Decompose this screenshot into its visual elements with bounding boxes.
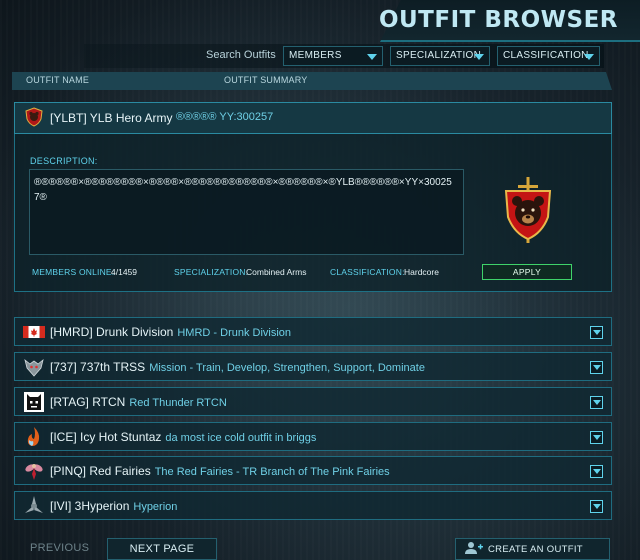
expand-chevron-icon[interactable]: [590, 431, 603, 444]
next-page-button[interactable]: NEXT PAGE: [107, 538, 217, 560]
outfit-name: [ICE] Icy Hot Stuntaz: [50, 430, 162, 444]
description-text: ®®®®®®×®®®®®®®®×®®®®×®®®®®®®®®®®®×®®®®®®…: [34, 177, 452, 203]
column-header-name[interactable]: OUTFIT NAME: [26, 75, 89, 85]
canada-flag-icon: [23, 326, 45, 338]
outfit-row-ice[interactable]: [ICE] Icy Hot Stuntaz da most ice cold ou…: [14, 422, 612, 451]
outfit-summary: da most ice cold outfit in briggs: [165, 432, 317, 444]
classification-dropdown[interactable]: CLASSIFICATION: [497, 46, 600, 66]
bear-shield-emblem-large-icon: [504, 177, 552, 243]
selected-outfit-name: [YLBT] YLB Hero Army: [50, 111, 173, 125]
outfit-name: [PINQ] Red Fairies: [50, 464, 151, 478]
add-user-icon: [465, 542, 483, 554]
outfit-row-rtag[interactable]: [RTAG] RTCN Red Thunder RTCN: [14, 387, 612, 416]
selected-outfit-summary: ®®®®® YY:300257: [176, 111, 274, 123]
outfit-name: [737] 737th TRSS: [50, 360, 146, 374]
outfit-summary: Mission - Train, Develop, Strengthen, Su…: [149, 362, 425, 374]
expand-chevron-icon[interactable]: [590, 361, 603, 374]
chevron-down-icon: [584, 54, 594, 60]
expand-chevron-icon[interactable]: [590, 396, 603, 409]
members-online-value: 4/1459: [111, 267, 137, 277]
wolf-emblem-icon: [24, 358, 44, 377]
page-title: OUTFIT BROWSER: [378, 7, 618, 33]
outfit-summary: HMRD - Drunk Division: [177, 327, 292, 339]
tri-blade-icon: [25, 496, 43, 513]
outfit-name: [IVI] 3Hyperion: [50, 499, 130, 513]
column-header-summary[interactable]: OUTFIT SUMMARY: [224, 75, 307, 85]
chevron-down-icon: [474, 54, 484, 60]
members-dropdown[interactable]: MEMBERS: [283, 46, 383, 66]
members-dropdown-label: MEMBERS: [289, 50, 342, 61]
outfit-summary: The Red Fairies - TR Branch of The Pink …: [154, 466, 390, 478]
outfit-row-hmrd[interactable]: [HMRD] Drunk Division HMRD - Drunk Divisi…: [14, 317, 612, 346]
specialization-label: SPECIALIZATION:: [174, 267, 249, 277]
specialization-dropdown-label: SPECIALIZATION: [396, 50, 482, 61]
specialization-dropdown[interactable]: SPECIALIZATION: [390, 46, 490, 66]
description-label: DESCRIPTION:: [30, 156, 98, 166]
expand-chevron-icon[interactable]: [590, 326, 603, 339]
bear-shield-emblem-icon: [25, 107, 43, 127]
classification-label: CLASSIFICATION:: [330, 267, 405, 277]
outfit-row-pinq[interactable]: [PINQ] Red Fairies The Red Fairies - TR B…: [14, 456, 612, 485]
fire-ice-icon: [27, 427, 40, 446]
classification-dropdown-label: CLASSIFICATION: [503, 50, 589, 61]
expand-chevron-icon[interactable]: [590, 465, 603, 478]
fairy-icon: [25, 464, 43, 480]
outfit-name: [RTAG] RTCN: [50, 395, 126, 409]
outfit-summary: Hyperion: [133, 501, 178, 513]
classification-value: Hardcore: [404, 267, 439, 277]
robot-face-icon: [24, 392, 44, 412]
search-outfits-label: Search Outfits: [206, 49, 276, 61]
outfit-name: [HMRD] Drunk Division: [50, 325, 174, 339]
chevron-down-icon: [367, 54, 377, 60]
previous-button[interactable]: PREVIOUS: [30, 542, 89, 554]
members-online-label: MEMBERS ONLINE:: [32, 267, 115, 277]
specialization-value: Combined Arms: [246, 267, 307, 277]
outfit-row-ivi[interactable]: [IVI] 3Hyperion Hyperion: [14, 491, 612, 520]
column-header-bar: [12, 72, 612, 90]
apply-button[interactable]: APPLY: [482, 264, 572, 280]
expand-chevron-icon[interactable]: [590, 500, 603, 513]
outfit-summary: Red Thunder RTCN: [129, 397, 227, 409]
outfit-row-737[interactable]: [737] 737th TRSS Mission - Train, Develop…: [14, 352, 612, 381]
